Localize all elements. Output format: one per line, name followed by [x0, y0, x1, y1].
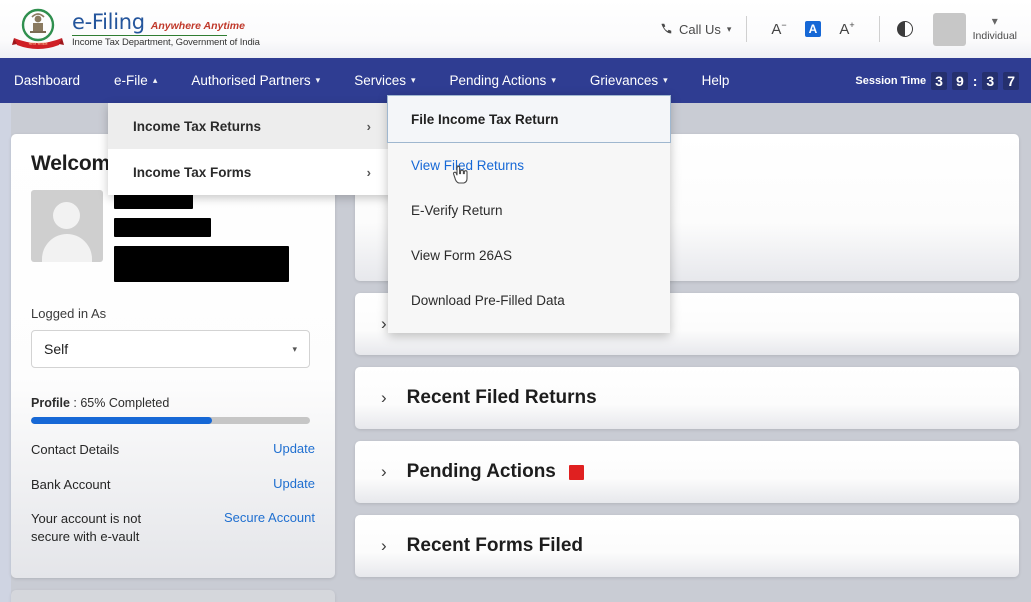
submenu-item-e-verify-return[interactable]: E-Verify Return — [388, 188, 670, 233]
logged-in-as-select[interactable]: Self ▾ — [31, 330, 310, 368]
chevron-right-icon[interactable]: › — [381, 314, 387, 334]
session-timer: Session Time 3 9 : 3 7 — [855, 71, 1031, 90]
header-divider-2 — [878, 16, 880, 42]
accordion-card-recent-filed-returns[interactable]: › Recent Filed Returns — [355, 367, 1019, 429]
chevron-right-icon: › — [366, 118, 371, 134]
menu-item-income-tax-forms-label: Income Tax Forms — [133, 164, 252, 180]
profile-progress-fill — [31, 417, 213, 424]
user-type-label: Individual — [972, 29, 1017, 42]
sidebar-secondary-card — [11, 590, 335, 602]
bank-account-label: Bank Account — [31, 476, 111, 492]
call-us-button[interactable]: Call Us ▾ — [659, 22, 731, 37]
pending-actions-badge — [568, 464, 584, 480]
logged-in-as-label: Logged in As — [31, 306, 107, 321]
submenu-item-download-pre-filled-data[interactable]: Download Pre-Filled Data — [388, 278, 670, 323]
evault-warning-label: Your account is not secure with e-vault — [31, 511, 142, 544]
contrast-toggle-icon[interactable] — [896, 21, 913, 37]
chevron-down-icon: ▾ — [410, 75, 416, 85]
session-time-label: Session Time — [855, 74, 927, 87]
brand-tagline: Anywhere Anytime — [150, 19, 245, 32]
chevron-right-icon[interactable]: › — [381, 388, 387, 408]
brand-text: e-Filing Anywhere Anytime Income Tax Dep… — [72, 9, 260, 49]
session-colon: : — [972, 72, 978, 89]
nav-item-dashboard[interactable]: Dashboard — [0, 58, 114, 103]
font-decrease-button[interactable]: A− — [771, 20, 786, 38]
site-header: भारत सरकार e-Filing Anywhere Anytime Inc… — [0, 0, 1031, 58]
phone-icon — [661, 23, 672, 34]
chevron-down-icon: ▾ — [315, 75, 321, 85]
chevron-down-icon: ▾ — [726, 23, 732, 34]
contact-details-label: Contact Details — [31, 442, 120, 457]
chevron-down-icon: ▾ — [551, 75, 556, 85]
profile-row-contact: Contact Details Update — [31, 441, 315, 459]
chevron-down-icon: ▾ — [292, 343, 297, 354]
submenu-item-view-filed-returns[interactable]: View Filed Returns — [388, 143, 670, 188]
nav-item-help[interactable]: Help — [702, 58, 730, 103]
national-emblem-icon: भारत सरकार — [10, 6, 66, 52]
header-actions: Call Us ▾ A− A A+ ▾ Individual — [659, 0, 1031, 58]
efile-dropdown-menu: Income Tax Returns › Income Tax Forms › — [108, 103, 393, 195]
svg-text:भारत सरकार: भारत सरकार — [28, 41, 47, 46]
submenu-item-file-income-tax-return[interactable]: File Income Tax Return — [387, 95, 671, 143]
brand-block: भारत सरकार e-Filing Anywhere Anytime Inc… — [0, 6, 260, 52]
profile-row-bank: Bank Account Update — [31, 476, 315, 494]
accordion-title-recent-filed-returns: Recent Filed Returns — [406, 387, 597, 408]
accordion-title-pending-actions: Pending Actions — [406, 461, 556, 482]
submenu-item-view-form-26as[interactable]: View Form 26AS — [388, 233, 670, 278]
redacted-pan — [114, 218, 211, 237]
page-root: भारत सरकार e-Filing Anywhere Anytime Inc… — [0, 0, 1031, 602]
chevron-up-icon: ▴ — [152, 75, 158, 85]
chevron-right-icon[interactable]: › — [381, 536, 387, 556]
contact-details-update-link[interactable]: Update — [273, 441, 315, 456]
nav-item-authorised-partners[interactable]: Authorised Partners ▾ — [191, 58, 354, 103]
secure-account-link[interactable]: Secure Account — [224, 510, 315, 525]
left-gutter — [0, 103, 11, 602]
mouse-cursor-pointer-icon — [452, 165, 470, 185]
profile-progress-rest: : 65% Completed — [69, 396, 170, 410]
brand-title: e-Filing — [72, 9, 145, 34]
profile-summary — [31, 190, 315, 282]
profile-photo — [31, 190, 103, 262]
chevron-right-icon: › — [366, 164, 371, 180]
brand-divider — [72, 34, 227, 37]
redacted-contact — [114, 246, 289, 282]
call-us-label: Call Us — [678, 21, 721, 37]
brand-subtitle: Income Tax Department, Government of Ind… — [72, 37, 260, 49]
font-normal-button[interactable]: A — [804, 21, 822, 37]
redacted-name — [114, 193, 193, 209]
accordion-card-recent-forms-filed[interactable]: › Recent Forms Filed — [355, 515, 1019, 577]
user-menu[interactable]: ▾ Individual — [932, 12, 1017, 46]
profile-fields — [114, 190, 315, 282]
chevron-down-icon: ▾ — [663, 75, 668, 85]
income-tax-returns-submenu: File Income Tax Return View Filed Return… — [387, 95, 671, 333]
profile-progress-bar — [31, 417, 310, 424]
avatar — [932, 12, 966, 46]
profile-row-evault: Your account is not secure with e-vault … — [31, 510, 315, 545]
session-digit-1: 3 — [931, 71, 947, 90]
profile-progress-label: Profile : 65% Completed — [31, 396, 170, 410]
profile-sidebar-card: Welcome B Logged in As Self ▾ Profile : … — [11, 134, 335, 578]
session-digit-3: 3 — [982, 71, 999, 90]
chevron-down-icon: ▾ — [991, 13, 998, 28]
logged-in-as-value: Self — [44, 341, 69, 357]
font-increase-button[interactable]: A+ — [839, 20, 854, 38]
menu-item-income-tax-forms[interactable]: Income Tax Forms › — [108, 149, 393, 195]
accordion-title-recent-forms-filed: Recent Forms Filed — [406, 535, 583, 556]
session-digit-4: 7 — [1003, 71, 1019, 90]
menu-item-income-tax-returns-label: Income Tax Returns — [133, 118, 262, 134]
menu-item-income-tax-returns[interactable]: Income Tax Returns › — [108, 103, 393, 149]
accordion-card-pending-actions[interactable]: › Pending Actions — [355, 441, 1019, 503]
bank-account-update-link[interactable]: Update — [273, 476, 315, 491]
session-digit-2: 9 — [951, 71, 968, 90]
chevron-right-icon[interactable]: › — [381, 462, 387, 482]
header-divider-1 — [746, 16, 748, 42]
nav-item-efile[interactable]: e-File ▴ — [114, 58, 191, 103]
